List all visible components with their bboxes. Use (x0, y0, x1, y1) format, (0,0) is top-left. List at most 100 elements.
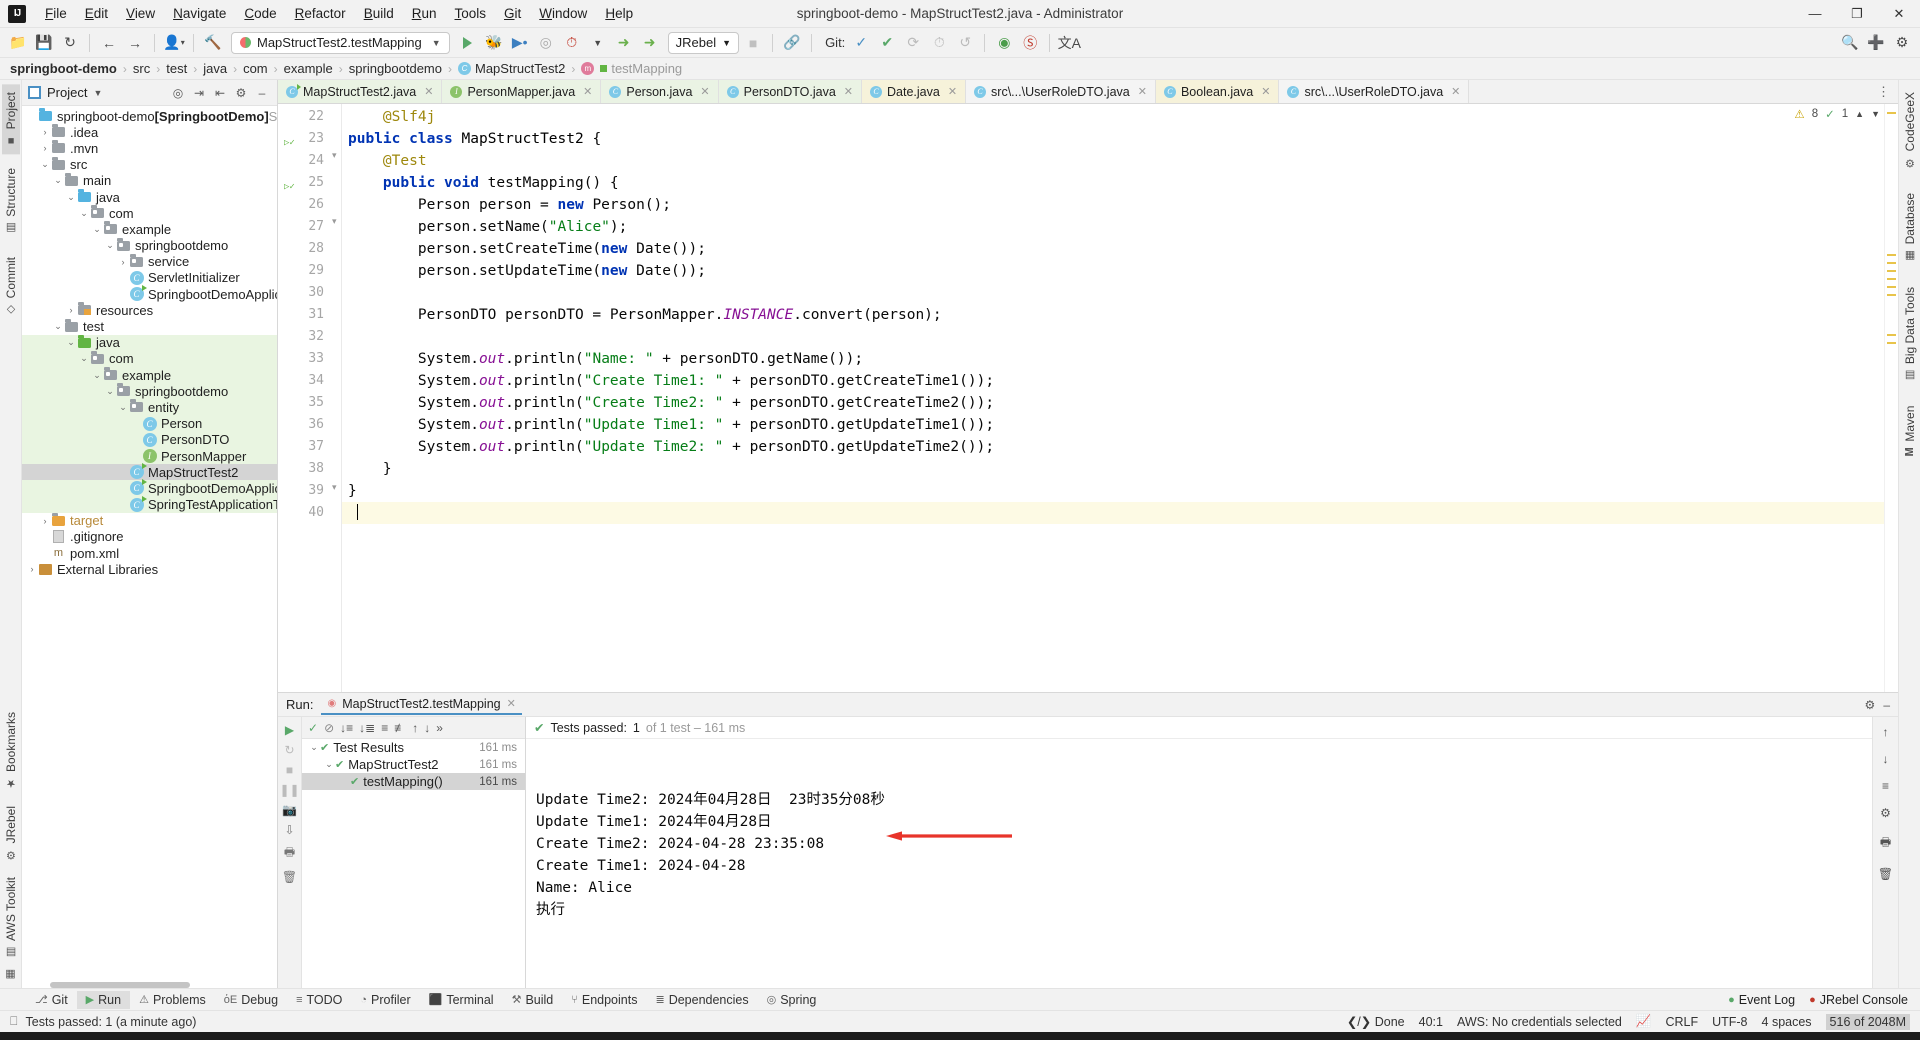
editor-tab-src-----userroledto-java[interactable]: Csrc\...\UserRoleDTO.java ✕ (1279, 80, 1470, 103)
menu-item-file[interactable]: File (36, 3, 76, 24)
gutter-line-32[interactable]: 32 (278, 326, 330, 348)
tree-node-servletinitializer[interactable]: C ServletInitializer (22, 270, 277, 286)
strip-tab-bookmarks[interactable]: ★ Bookmarks (2, 704, 20, 798)
code-line-25[interactable]: public void testMapping() { (348, 172, 1884, 194)
menu-item-edit[interactable]: Edit (76, 3, 117, 24)
chevron-down-icon[interactable]: ⌄ (78, 208, 90, 219)
chevron-down-icon[interactable]: ⌄ (104, 240, 116, 251)
stop-icon[interactable]: ■ (741, 31, 765, 55)
tree-node-springbootdemoapplicationtests[interactable]: CSpringbootDemoApplicationTests (22, 479, 277, 497)
tree-node--mvn[interactable]: › .mvn (22, 140, 277, 156)
toolwindow-tab-git[interactable]: ⎇ Git (26, 991, 77, 1009)
run-session-tab[interactable]: ◉ MapStructTest2.testMapping ✕ (321, 695, 522, 715)
rerun-icon[interactable]: ▶ (285, 723, 294, 737)
hide-icon[interactable]: – (1883, 698, 1890, 712)
tree-node-target[interactable]: › target (22, 512, 277, 529)
chevron-right-icon[interactable]: › (39, 143, 51, 153)
toolwindow-tab-todo[interactable]: ≡ TODO (287, 991, 351, 1009)
hammer-icon[interactable]: 🔨 (201, 31, 225, 55)
gutter-line-40[interactable]: 40 (278, 502, 330, 524)
history-icon[interactable]: ⏱ (927, 31, 951, 55)
tool-window-bar[interactable]: ⎇ Git ▶ Run ⚠ Problems ὁE Debug ≡ TODO ◔ Profiler ⬛ T… (0, 988, 1920, 1010)
tree-node-example[interactable]: ⌄ example (22, 367, 277, 384)
chevron-right-icon[interactable]: › (26, 564, 38, 574)
jrebel-selector[interactable]: JRebel ▼ (667, 31, 740, 54)
gutter-line-35[interactable]: 35 (278, 392, 330, 414)
menu-item-view[interactable]: View (117, 3, 164, 24)
prev-test-icon[interactable]: ↑ (412, 721, 418, 735)
file-encoding[interactable]: UTF-8 (1712, 1015, 1747, 1029)
run-configuration-selector[interactable]: MapStructTest2.testMapping ▼ (231, 31, 450, 54)
strip-tab-bigdata[interactable]: ▤ Big Data Tools (1901, 279, 1919, 390)
code-line-22[interactable]: @Slf4j (348, 106, 1884, 128)
menu-item-help[interactable]: Help (596, 3, 642, 24)
export-icon[interactable]: ⇩ (284, 823, 294, 837)
chevron-down-icon[interactable]: ⌄ (308, 742, 320, 753)
gutter-line-26[interactable]: 26 (278, 194, 330, 216)
console-settings-icon[interactable]: ⚙ (1880, 806, 1891, 820)
soft-wrap-icon[interactable]: ≡ (1882, 779, 1889, 793)
show-passed-icon[interactable]: ✓ (308, 721, 318, 735)
debug-icon[interactable]: 🐝 (482, 31, 506, 55)
inspection-marker[interactable] (1887, 270, 1896, 272)
editor-tab-boolean-java[interactable]: C Boolean.java ✕ (1155, 80, 1280, 103)
show-ignored-icon[interactable]: ⊘ (324, 721, 334, 735)
chevron-down-icon[interactable]: ▼ (93, 88, 102, 98)
chevron-down-icon[interactable]: ⌄ (91, 370, 103, 381)
breadcrumb-item-java[interactable]: java (203, 61, 227, 76)
test-results-tree[interactable]: ✓ ⊘ ↓≡ ↓≣ ≡ ≢ ↑ ↓ » ⌄ ✔ Test Results 161 ms… (302, 717, 526, 988)
tree-node-person[interactable]: C Person (22, 415, 277, 432)
chevron-down-icon[interactable]: ⌄ (91, 224, 103, 235)
gutter-line-27[interactable]: 27 (278, 216, 330, 238)
breadcrumb-item-test[interactable]: test (166, 61, 187, 76)
tree-node--gitignore[interactable]: .gitignore (22, 529, 277, 545)
print-icon[interactable]: 🖶 (1880, 833, 1891, 854)
strip-tab-project[interactable]: ■ Project (1, 84, 20, 155)
print-icon[interactable]: 🖶 (284, 843, 295, 864)
tree-node-springbootdemoapplication[interactable]: CSpringbootDemoApplication (22, 285, 277, 302)
more-actions-icon[interactable]: » (436, 721, 443, 735)
gutter-line-24[interactable]: 24 (278, 150, 330, 172)
line-separator[interactable]: CRLF (1665, 1015, 1698, 1029)
run-with-coverage-icon[interactable]: ▶• (508, 31, 532, 55)
close-button[interactable]: ✕ (1878, 0, 1920, 28)
chevron-down-icon[interactable]: ⌄ (65, 192, 77, 203)
tab-overflow-icon[interactable]: ⋮ (1869, 80, 1898, 103)
editor-tab-date-java[interactable]: C Date.java ✕ (862, 80, 967, 103)
chevron-right-icon[interactable]: › (39, 127, 51, 137)
breadcrumb-item-com[interactable]: com (243, 61, 268, 76)
fold-marker-icon[interactable]: ▾ (332, 150, 337, 161)
tree-node-pom-xml[interactable]: m pom.xml (22, 545, 277, 561)
locate-icon[interactable]: ◎ (169, 84, 187, 102)
settings-icon[interactable]: ⚙ (1865, 698, 1876, 712)
test-row-test-results[interactable]: ⌄ ✔ Test Results 161 ms (302, 739, 525, 756)
inspection-marker[interactable] (1887, 278, 1896, 280)
plus-circle-icon[interactable]: ➕ (1864, 31, 1888, 55)
code-folding-gutter[interactable]: ▾ ▾ ▾ (330, 104, 342, 692)
gutter-line-28[interactable]: 28 (278, 238, 330, 260)
tree-node-personmapper[interactable]: I PersonMapper (22, 447, 277, 465)
run-icon[interactable] (456, 31, 480, 55)
scroll-up-icon[interactable]: ↑ (1883, 725, 1889, 739)
editor-tab-bar[interactable]: C MapStructTest2.java ✕ I PersonMapper.java ✕… (278, 80, 1898, 104)
inspection-marker[interactable] (1887, 342, 1896, 344)
close-icon[interactable]: ✕ (1138, 85, 1147, 98)
inspection-marker[interactable] (1887, 286, 1896, 288)
code-line-31[interactable]: PersonDTO personDTO = PersonMapper.INSTA… (348, 304, 1884, 326)
tree-node-springbootdemo[interactable]: ⌄ springbootdemo (22, 383, 277, 400)
gutter-line-39[interactable]: 39 (278, 480, 330, 502)
tree-node-springbootdemo[interactable]: ⌄ springbootdemo (22, 237, 277, 254)
chevron-right-icon[interactable]: › (39, 516, 51, 526)
test-row-testmapping--[interactable]: ✔ testMapping() 161 ms (302, 773, 525, 790)
code-line-27[interactable]: person.setName("Alice"); (348, 216, 1884, 238)
toolwindow-tab-problems[interactable]: ⚠ Problems (130, 991, 215, 1009)
chevron-down-icon-run[interactable]: ▼ (586, 31, 610, 55)
code-line-35[interactable]: System.out.println("Create Time2: " + pe… (348, 392, 1884, 414)
toolwindow-tab-endpoints[interactable]: ⑂ Endpoints (562, 991, 646, 1009)
tree-horizontal-scrollbar[interactable] (50, 982, 190, 988)
menu-item-tools[interactable]: Tools (446, 3, 496, 24)
git-update-icon[interactable]: ✓ (849, 31, 873, 55)
aws-icon[interactable]: 📈 (1636, 1014, 1652, 1029)
code-line-34[interactable]: System.out.println("Create Time1: " + pe… (348, 370, 1884, 392)
toolwindow-jrebel-console[interactable]: ● JRebel Console (1809, 993, 1908, 1007)
